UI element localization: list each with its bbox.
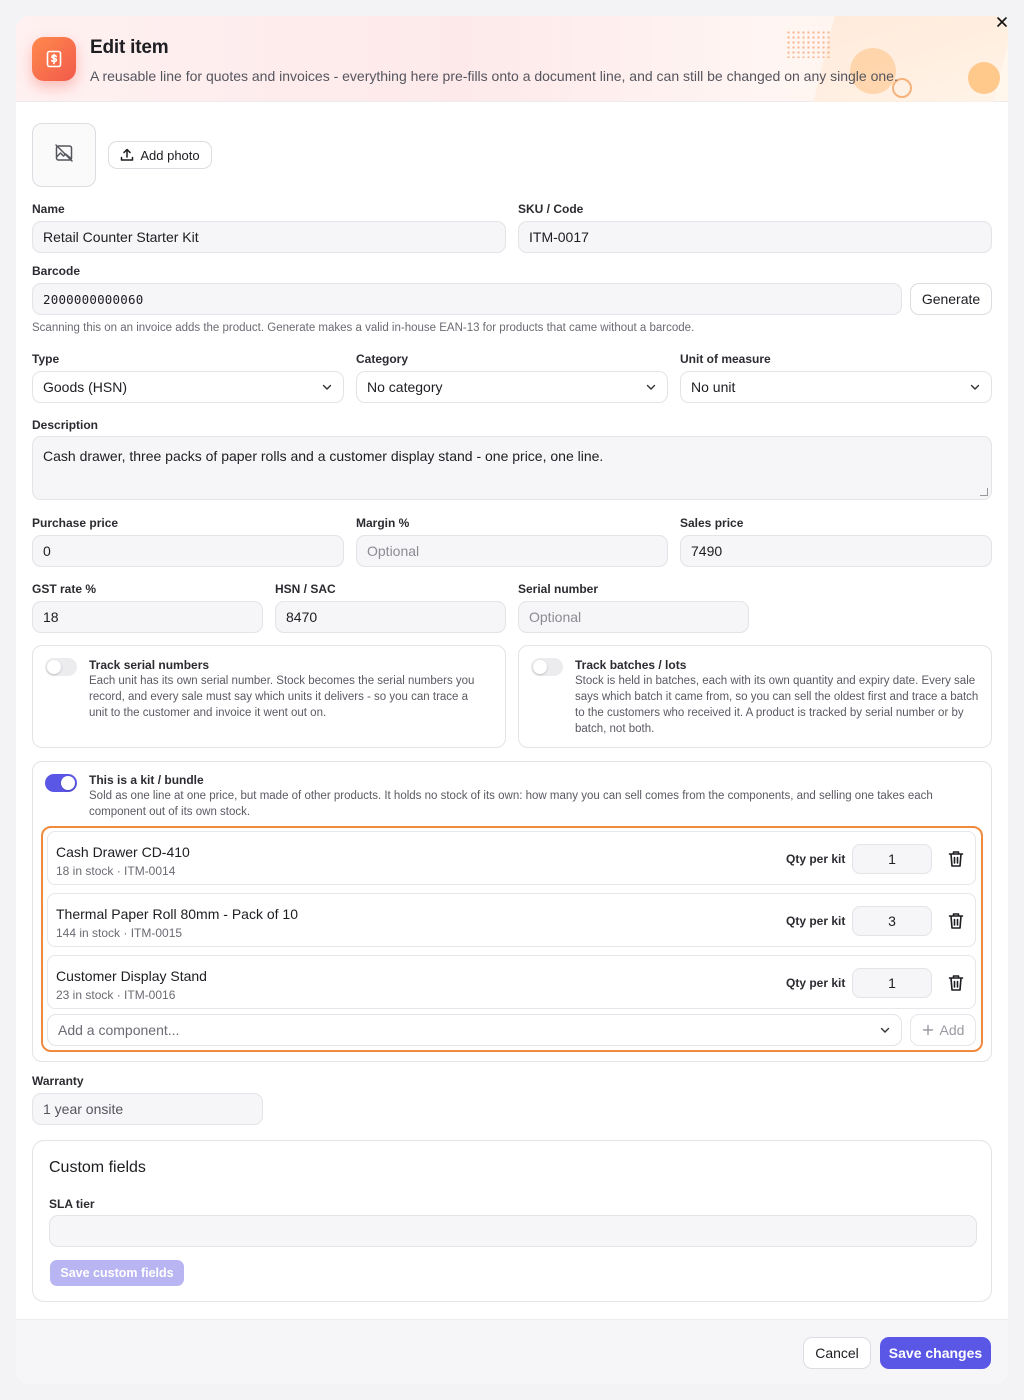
component-row: Customer Display Stand 23 in stock · ITM…: [47, 955, 976, 1009]
unit-value: No unit: [691, 379, 736, 395]
category-value: No category: [367, 379, 443, 395]
barcode-label: Barcode: [32, 264, 81, 278]
margin-label: Margin %: [356, 516, 410, 530]
warranty-label: Warranty: [32, 1074, 84, 1088]
no-image-icon: [54, 143, 74, 168]
kit-bundle-toggle[interactable]: [45, 774, 77, 792]
chevron-down-icon: [879, 1024, 891, 1036]
component-stock-meta: 23 in stock · ITM-0016: [56, 988, 176, 1002]
add-component-placeholder: Add a component...: [58, 1022, 180, 1038]
track-serial-toggle[interactable]: [45, 658, 77, 676]
component-stock-meta: 144 in stock · ITM-0015: [56, 926, 183, 940]
sla-tier-input[interactable]: [49, 1215, 977, 1247]
generate-barcode-button[interactable]: Generate: [910, 283, 992, 315]
trash-icon[interactable]: [948, 850, 964, 868]
unit-label: Unit of measure: [680, 352, 771, 366]
close-icon[interactable]: [994, 14, 1010, 30]
add-component-label: Add: [939, 1022, 965, 1038]
qty-per-kit-label: Qty per kit: [786, 852, 846, 866]
serial-number-input[interactable]: Optional: [518, 601, 749, 633]
component-row: Thermal Paper Roll 80mm - Pack of 10 144…: [47, 893, 976, 947]
purchase-price-input[interactable]: 0: [32, 535, 344, 567]
dialog-subtitle: A reusable line for quotes and invoices …: [90, 68, 898, 84]
sales-price-label: Sales price: [680, 516, 744, 530]
kit-bundle-title: This is a kit / bundle: [89, 773, 204, 787]
track-batches-title: Track batches / lots: [575, 658, 687, 672]
warranty-input[interactable]: 1 year onsite: [32, 1093, 263, 1125]
component-row: Cash Drawer CD-410 18 in stock · ITM-001…: [47, 831, 976, 885]
custom-fields-card: Custom fields SLA tier Save custom field…: [32, 1140, 992, 1302]
save-custom-fields-button[interactable]: Save custom fields: [50, 1260, 184, 1286]
add-photo-label: Add photo: [140, 147, 200, 163]
track-batches-description: Stock is held in batches, each with its …: [575, 675, 979, 735]
header-decoration-circle: [968, 62, 1000, 94]
purchase-price-label: Purchase price: [32, 516, 119, 530]
hsn-sac-input[interactable]: 8470: [275, 601, 506, 633]
dialog-footer: Cancel Save changes: [16, 1319, 1008, 1384]
type-select[interactable]: Goods (HSN): [32, 371, 344, 403]
sales-price-input[interactable]: 7490: [680, 535, 992, 567]
component-name: Customer Display Stand: [56, 968, 207, 984]
track-batches-toggle[interactable]: [531, 658, 563, 676]
header-dot-pattern: [786, 30, 832, 58]
kit-bundle-description: Sold as one line at one price, but made …: [89, 790, 933, 818]
upload-icon: [120, 148, 134, 162]
barcode-input[interactable]: 2000000000060: [32, 283, 902, 315]
cancel-button[interactable]: Cancel: [803, 1337, 871, 1369]
qty-per-kit-label: Qty per kit: [786, 976, 846, 990]
qty-per-kit-label: Qty per kit: [786, 914, 846, 928]
trash-icon[interactable]: [948, 912, 964, 930]
save-changes-button[interactable]: Save changes: [880, 1337, 991, 1369]
barcode-helper-text: Scanning this on an invoice adds the pro…: [32, 322, 695, 334]
hsn-sac-label: HSN / SAC: [275, 582, 336, 596]
sku-label: SKU / Code: [518, 202, 584, 216]
chevron-down-icon: [321, 381, 333, 393]
category-label: Category: [356, 352, 409, 366]
chevron-down-icon: [969, 381, 981, 393]
sku-input[interactable]: ITM-0017: [518, 221, 992, 253]
gst-rate-label: GST rate %: [32, 582, 97, 596]
unit-select[interactable]: No unit: [680, 371, 992, 403]
qty-per-kit-input[interactable]: 1: [852, 844, 932, 874]
description-value: Cash drawer, three packs of paper rolls …: [43, 448, 604, 464]
component-name: Thermal Paper Roll 80mm - Pack of 10: [56, 906, 298, 922]
qty-per-kit-input[interactable]: 1: [852, 968, 932, 998]
description-textarea[interactable]: Cash drawer, three packs of paper rolls …: [32, 436, 992, 500]
trash-icon[interactable]: [948, 974, 964, 992]
category-select[interactable]: No category: [356, 371, 668, 403]
component-stock-meta: 18 in stock · ITM-0014: [56, 864, 176, 878]
dialog-title: Edit item: [90, 37, 169, 58]
margin-input[interactable]: Optional: [356, 535, 668, 567]
add-component-select[interactable]: Add a component...: [47, 1014, 902, 1046]
add-component-button[interactable]: Add: [910, 1014, 976, 1046]
sla-tier-label: SLA tier: [49, 1197, 95, 1211]
edit-item-dialog: Edit item A reusable line for quotes and…: [16, 16, 1008, 1384]
name-input[interactable]: Retail Counter Starter Kit: [32, 221, 506, 253]
kit-components-panel: Cash Drawer CD-410 18 in stock · ITM-001…: [41, 826, 983, 1052]
dialog-header: Edit item A reusable line for quotes and…: [16, 16, 1008, 102]
component-name: Cash Drawer CD-410: [56, 844, 190, 860]
name-label: Name: [32, 202, 65, 216]
track-serial-description: Each unit has its own serial number. Sto…: [89, 675, 475, 719]
add-photo-button[interactable]: Add photo: [108, 141, 212, 169]
chevron-down-icon: [645, 381, 657, 393]
track-batches-card: Track batches / lots Stock is held in ba…: [518, 645, 992, 748]
item-photo-placeholder[interactable]: [32, 123, 96, 187]
serial-number-label: Serial number: [518, 582, 599, 596]
qty-per-kit-input[interactable]: 3: [852, 906, 932, 936]
custom-fields-title: Custom fields: [49, 1159, 146, 1176]
invoice-dollar-icon: [32, 37, 76, 81]
type-value: Goods (HSN): [43, 379, 128, 395]
description-label: Description: [32, 418, 99, 432]
type-label: Type: [32, 352, 60, 366]
gst-rate-input[interactable]: 18: [32, 601, 263, 633]
track-serial-title: Track serial numbers: [89, 658, 210, 672]
track-serial-card: Track serial numbers Each unit has its o…: [32, 645, 506, 748]
resize-handle-icon[interactable]: [980, 488, 988, 496]
plus-icon: [922, 1024, 934, 1036]
